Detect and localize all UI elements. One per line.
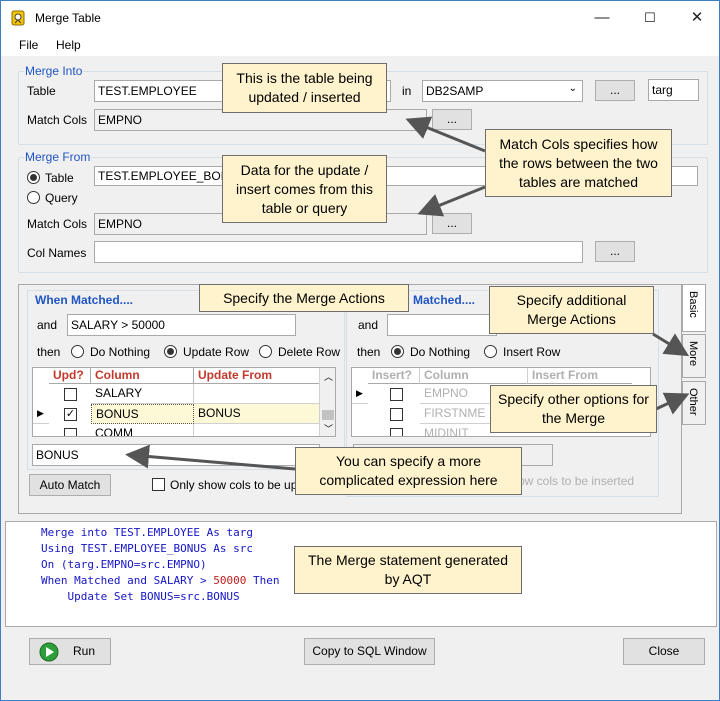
callout-target-table: This is the table being updated / insert… (222, 63, 387, 113)
merge-table-window: Merge Table — ☐ ✕ File Help Merge Into T… (0, 0, 720, 701)
callout-merge-actions: Specify the Merge Actions (199, 284, 409, 312)
arrow-other-tab (655, 392, 690, 415)
arrow-match-cols-source (417, 185, 486, 217)
callout-match-cols: Match Cols specifies how the rows betwee… (485, 129, 672, 197)
callout-additional-actions: Specify additional Merge Actions (489, 286, 654, 334)
callout-merge-source: Data for the update / insert comes from … (222, 155, 387, 223)
arrow-expression (125, 444, 296, 471)
callout-expression: You can specify a more complicated expre… (295, 447, 522, 495)
callout-other-options: Specify other options for the Merge (490, 385, 657, 433)
callout-sql-generated: The Merge statement generated by AQT (294, 546, 522, 594)
arrow-more-tab (652, 332, 690, 357)
arrow-match-cols-target (405, 116, 486, 153)
